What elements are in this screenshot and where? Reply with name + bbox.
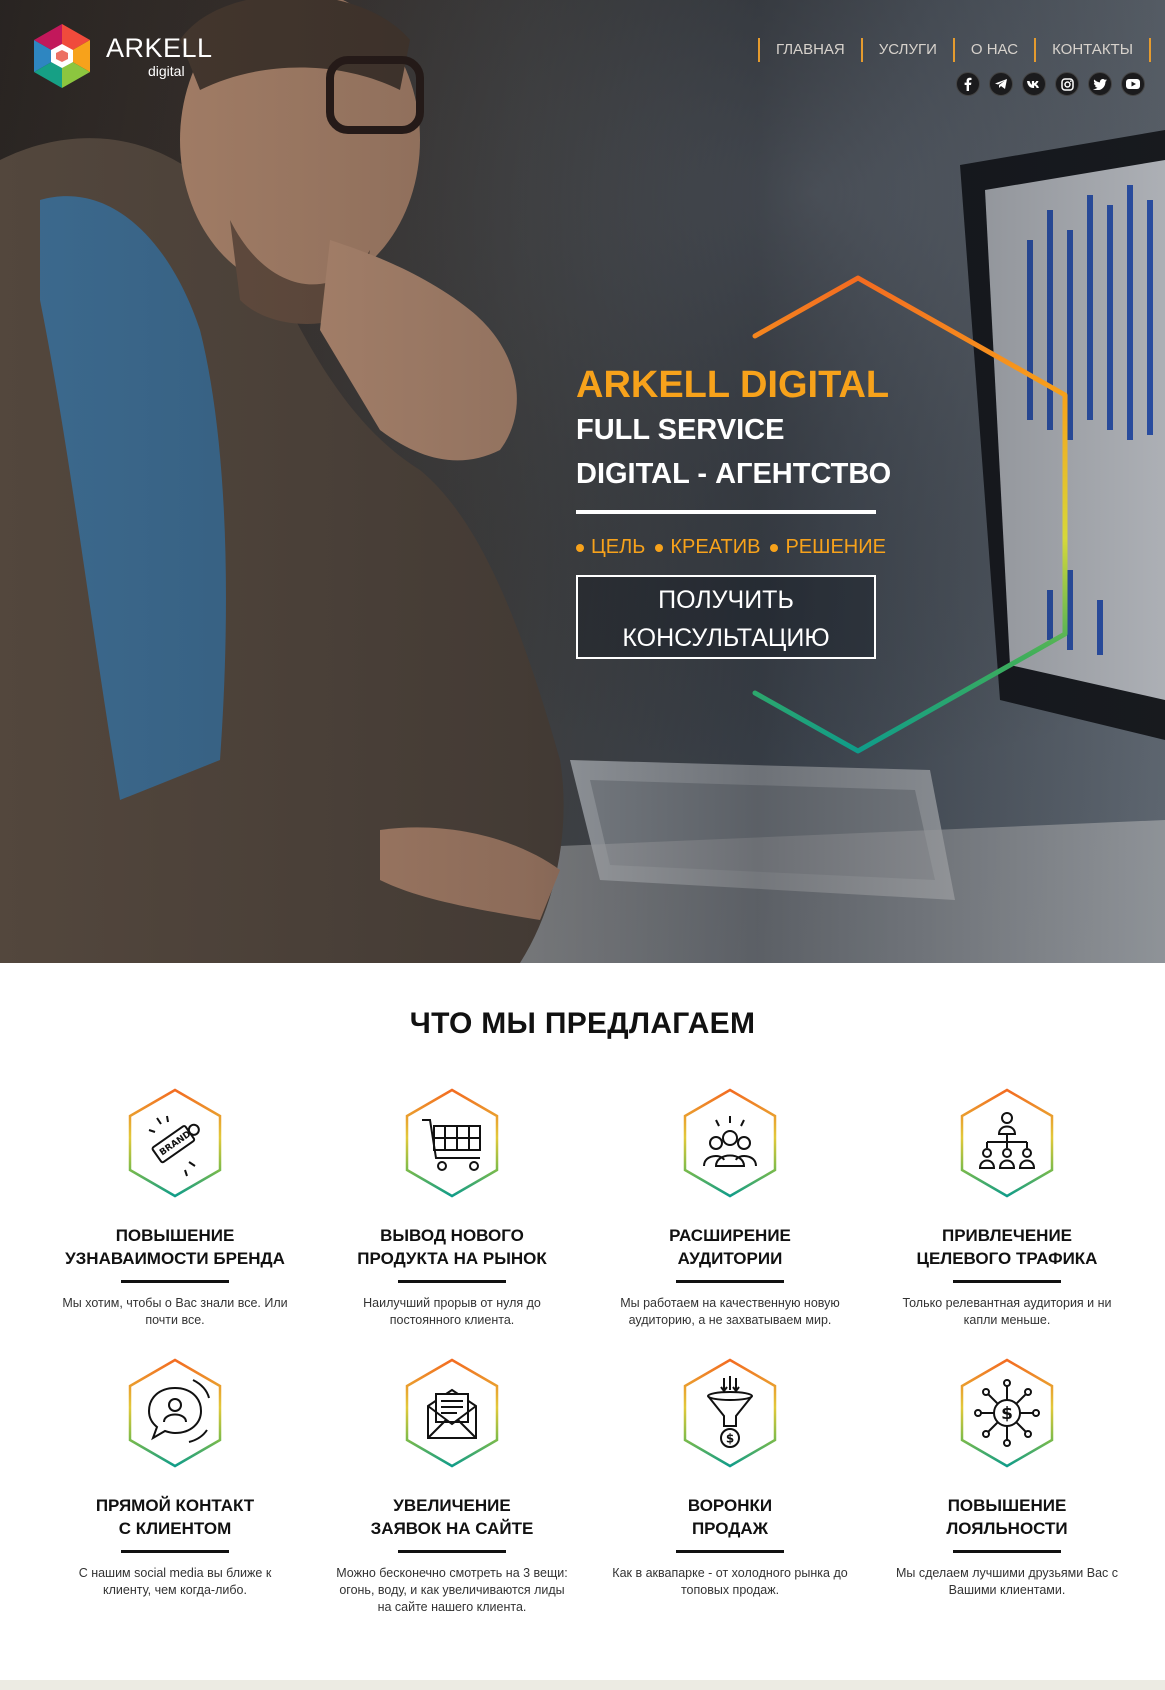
facebook-icon[interactable]	[956, 72, 980, 96]
hexagon-cube-logo-icon	[34, 24, 90, 88]
service-divider	[121, 1280, 229, 1283]
service-card[interactable]: ВЫВОД НОВОГО ПРОДУКТА НА РЫНОК Наилучший…	[313, 1088, 591, 1329]
chat-person-icon	[128, 1358, 222, 1468]
service-text: Наилучший прорыв от нуля до постоянного …	[363, 1296, 541, 1327]
service-card[interactable]: ПРЯМОЙ КОНТАКТ С КЛИЕНТОМ С нашим social…	[36, 1358, 314, 1599]
hero-tags: ЦЕЛЬ КРЕАТИВ РЕШЕНИЕ	[576, 536, 886, 559]
service-divider	[121, 1550, 229, 1553]
service-title: РАСШИРЕНИЕ АУДИТОРИИ	[669, 1226, 791, 1268]
hero-copy: ARKELL DIGITAL FULL SERVICE DIGITAL - АГ…	[576, 362, 892, 659]
nav-item-home[interactable]: ГЛАВНАЯ	[757, 38, 861, 62]
service-text: Мы сделаем лучшими друзьями Вас с Вашими…	[895, 1566, 1118, 1597]
social-links	[956, 72, 1145, 96]
service-title: ПРИВЛЕЧЕНИЕ ЦЕЛЕВОГО ТРАФИКА	[916, 1226, 1098, 1268]
twitter-icon[interactable]	[1088, 72, 1112, 96]
instagram-icon[interactable]	[1055, 72, 1079, 96]
hero-tag: ЦЕЛЬ	[576, 536, 645, 559]
telegram-icon[interactable]	[989, 72, 1013, 96]
service-title: ПРЯМОЙ КОНТАКТ С КЛИЕНТОМ	[95, 1496, 255, 1538]
hero-tag: КРЕАТИВ	[655, 536, 760, 559]
hero-subtitle-line2: DIGITAL - АГЕНТСТВО	[576, 458, 892, 490]
audience-group-icon	[683, 1088, 777, 1198]
service-text: Мы работаем на качественную новую аудито…	[620, 1296, 840, 1327]
service-title: ПОВЫШЕНИЕ ЛОЯЛЬНОСТИ	[946, 1496, 1068, 1538]
hero-tag: РЕШЕНИЕ	[770, 536, 886, 559]
service-divider	[676, 1280, 784, 1283]
service-title: ПОВЫШЕНИЕ УЗНАВАИМОСТИ БРЕНДА	[65, 1226, 285, 1268]
vk-icon[interactable]	[1022, 72, 1046, 96]
service-text: С нашим social media вы ближе к клиенту,…	[78, 1566, 272, 1597]
consultation-button[interactable]: ПОЛУЧИТЬ КОНСУЛЬТАЦИЮ	[576, 575, 876, 659]
logo-sub: digital	[147, 62, 185, 79]
services-title: ЧТО МЫ ПРЕДЛАГАЕМ	[409, 1007, 756, 1040]
youtube-icon[interactable]	[1121, 72, 1145, 96]
logo[interactable]: ARKELL digital	[34, 24, 213, 88]
service-title: ВЫВОД НОВОГО ПРОДУКТА НА РЫНОК	[357, 1226, 547, 1268]
shopping-cart-icon	[405, 1088, 499, 1198]
nav-item-about[interactable]: О НАС	[952, 38, 1034, 62]
service-text: Можно бесконечно смотреть на 3 вещи: ого…	[336, 1566, 568, 1614]
service-divider	[676, 1550, 784, 1553]
org-hierarchy-icon	[960, 1088, 1054, 1198]
svg-text:$: $	[1001, 1404, 1013, 1424]
envelope-letter-icon	[405, 1358, 499, 1468]
service-text: Как в аквапарке - от холодного рынка до …	[612, 1566, 848, 1597]
nav-item-contacts[interactable]: КОНТАКТЫ	[1034, 38, 1151, 62]
hero-section: ARKELL digital ГЛАВНАЯ УСЛУГИ О НАС КОНТ…	[0, 0, 1165, 963]
sales-funnel-icon: $	[683, 1358, 777, 1468]
hero-subtitle-line1: FULL SERVICE	[576, 414, 785, 446]
cta-line2: КОНСУЛЬТАЦИЮ	[622, 624, 830, 652]
brand-tag-icon: BRAND	[128, 1088, 222, 1198]
nav-item-services[interactable]: УСЛУГИ	[860, 38, 953, 62]
service-title: ВОРОНКИ ПРОДАЖ	[687, 1496, 773, 1538]
svg-text:$: $	[726, 1432, 734, 1446]
service-card[interactable]: УВЕЛИЧЕНИЕ ЗАЯВОК НА САЙТЕ Можно бесконе…	[313, 1358, 591, 1616]
service-card[interactable]: РАСШИРЕНИЕ АУДИТОРИИ Мы работаем на каче…	[591, 1088, 869, 1329]
service-text: Мы хотим, чтобы о Вас знали все. Или поч…	[62, 1296, 288, 1327]
main-nav: ГЛАВНАЯ УСЛУГИ О НАС КОНТАКТЫ	[757, 38, 1151, 62]
service-card[interactable]: $ ПОВЫШЕНИЕ ЛОЯЛЬНОСТИ Мы сделаем лучшим…	[868, 1358, 1146, 1599]
dollar-network-icon: $	[960, 1358, 1054, 1468]
cta-line1: ПОЛУЧИТЬ	[658, 586, 794, 614]
service-card[interactable]: BRAND ПОВЫШЕНИЕ УЗНАВАИМОСТИ БРЕНДА Мы х…	[36, 1088, 314, 1329]
service-title: УВЕЛИЧЕНИЕ ЗАЯВОК НА САЙТЕ	[370, 1496, 534, 1538]
hero-brand-title: ARKELL DIGITAL	[576, 364, 890, 406]
service-divider	[398, 1550, 506, 1553]
service-divider	[953, 1550, 1061, 1553]
service-card[interactable]: $ ВОРОНКИ ПРОДАЖ Как в аквапарке - от хо…	[591, 1358, 869, 1599]
service-card[interactable]: ПРИВЛЕЧЕНИЕ ЦЕЛЕВОГО ТРАФИКА Только реле…	[868, 1088, 1146, 1329]
service-divider	[953, 1280, 1061, 1283]
service-text: Только релевантная аудитория и ни капли …	[902, 1296, 1112, 1327]
hero-divider	[576, 510, 876, 514]
next-section-edge	[0, 1680, 1165, 1690]
logo-name: ARKELL	[106, 32, 213, 63]
service-divider	[398, 1280, 506, 1283]
